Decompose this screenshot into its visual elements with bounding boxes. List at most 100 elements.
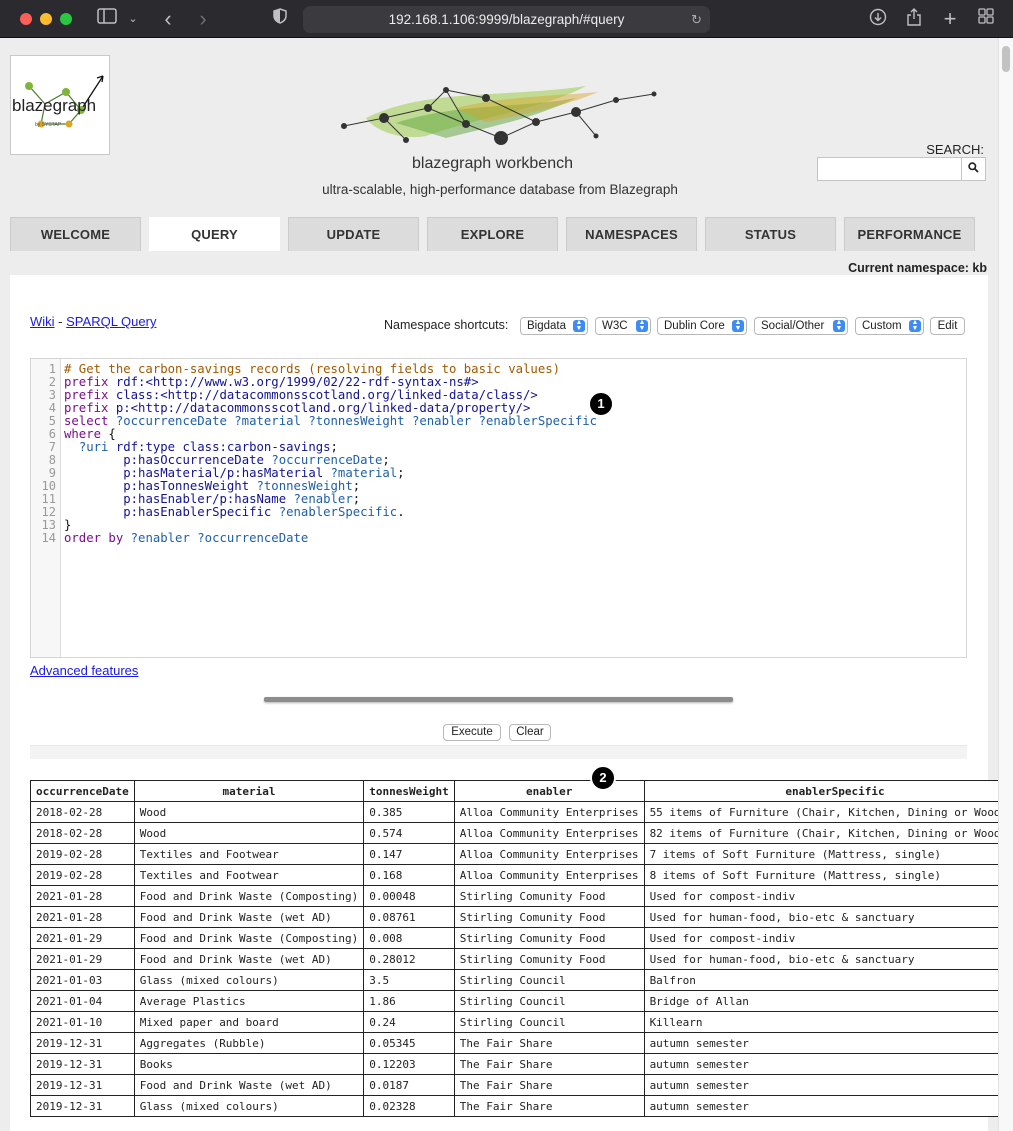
table-cell: 2021-01-03 bbox=[30, 969, 135, 991]
code-line: order by ?enabler ?occurrenceDate bbox=[64, 532, 308, 545]
table-cell: Food and Drink Waste (Composting) bbox=[133, 927, 365, 949]
current-namespace: Current namespace: kb bbox=[848, 261, 987, 275]
shield-icon[interactable] bbox=[270, 8, 290, 30]
code-token: ?enabler bbox=[293, 492, 353, 506]
table-cell: Textiles and Footwear bbox=[133, 843, 365, 865]
table-cell: Textiles and Footwear bbox=[133, 864, 365, 886]
table-cell: 82 items of Furniture (Chair, Kitchen, D… bbox=[643, 822, 998, 844]
advanced-features-link[interactable]: Advanced features bbox=[30, 663, 138, 678]
tab-performance[interactable]: PERFORMANCE bbox=[844, 217, 975, 251]
address-bar[interactable]: 192.168.1.106:9999/blazegraph/#query ↻ bbox=[303, 6, 710, 33]
code-token: p:<http://datacommonsscotland.org/linked… bbox=[115, 401, 531, 415]
table-row: 2021-01-10 Mixed paper and board 0.24 Stirl… bbox=[30, 1011, 998, 1033]
shortcut-select-w3c[interactable]: W3C ▲ ▼ bbox=[595, 317, 651, 335]
table-cell: Books bbox=[133, 1053, 365, 1075]
clear-button[interactable]: Clear bbox=[509, 724, 551, 741]
table-row: 2021-01-28 Food and Drink Waste (Composti… bbox=[30, 885, 998, 907]
page-scrollbar[interactable] bbox=[998, 38, 1013, 1131]
code-token: p:hasTonnesWeight bbox=[123, 479, 257, 493]
minimize-window-button[interactable] bbox=[40, 13, 52, 25]
search-input[interactable] bbox=[817, 157, 962, 181]
table-cell: 0.05345 bbox=[363, 1032, 455, 1054]
callout-badge-2: 2 bbox=[590, 765, 616, 791]
tab-status[interactable]: STATUS bbox=[705, 217, 836, 251]
chevron-down-icon[interactable]: ⌄ bbox=[125, 8, 141, 30]
table-cell: 0.168 bbox=[363, 864, 455, 886]
tab-welcome[interactable]: WELCOME bbox=[10, 217, 141, 251]
code-token: p:hasOccurrenceDate bbox=[123, 453, 272, 467]
table-cell: 55 items of Furniture (Chair, Kitchen, D… bbox=[643, 801, 998, 823]
code-token: ?enabler ?occurrenceDate bbox=[130, 531, 309, 545]
table-row: 2019-12-31 Food and Drink Waste (wet AD) 0… bbox=[30, 1074, 998, 1096]
new-tab-icon[interactable]: + bbox=[940, 8, 960, 30]
reload-icon[interactable]: ↻ bbox=[691, 6, 702, 33]
shortcut-dublin-core-label: Dublin Core bbox=[664, 320, 725, 332]
sidebar-toggle-icon[interactable] bbox=[96, 8, 118, 30]
table-cell: 0.385 bbox=[363, 801, 455, 823]
code-token: ?uri bbox=[78, 440, 116, 454]
execute-button[interactable]: Execute bbox=[443, 724, 501, 741]
back-arrow-icon[interactable]: ‹ bbox=[158, 8, 178, 30]
shortcut-select-social-other[interactable]: Social/Other ▲ ▼ bbox=[754, 317, 848, 335]
tab-update[interactable]: UPDATE bbox=[288, 217, 419, 251]
search-button[interactable] bbox=[961, 157, 986, 181]
editor-resize-handle[interactable] bbox=[264, 697, 733, 702]
scrollbar-thumb[interactable] bbox=[1002, 46, 1010, 72]
edit-shortcuts-button[interactable]: Edit bbox=[930, 317, 965, 335]
table-cell: Alloa Community Enterprises bbox=[453, 801, 645, 823]
results-header-row: occurrenceDate material tonnesWeight enable… bbox=[30, 780, 998, 802]
code-token: ; bbox=[397, 466, 405, 480]
table-cell: 1.86 bbox=[363, 990, 455, 1012]
table-row: 2021-01-04 Average Plastics 1.86 Stirling C… bbox=[30, 990, 998, 1012]
wiki-link[interactable]: Wiki bbox=[30, 314, 55, 329]
select-arrows-icon: ▲ ▼ bbox=[636, 319, 648, 332]
table-cell: 2019-02-28 bbox=[30, 843, 135, 865]
table-row: 2019-02-28 Textiles and Footwear 0.147 Allo… bbox=[30, 843, 998, 865]
sparql-query-editor[interactable]: 1 2 3 4 5 6 7 8 9 10 11 12 13 14 # Get the carbon-sav… bbox=[30, 358, 967, 658]
line-number-gutter: 1 2 3 4 5 6 7 8 9 10 11 12 13 14 bbox=[31, 359, 61, 657]
table-cell: The Fair Share bbox=[453, 1074, 645, 1096]
select-arrows-icon: ▲ ▼ bbox=[573, 319, 585, 332]
workbench-subtitle: ultra-scalable, high-performance databas… bbox=[322, 182, 678, 197]
column-header: tonnesWeight bbox=[363, 780, 455, 802]
close-window-button[interactable] bbox=[20, 13, 32, 25]
select-arrows-icon: ▲ ▼ bbox=[833, 319, 845, 332]
share-icon[interactable] bbox=[904, 8, 924, 30]
code-token: ?enablerSpecific bbox=[278, 505, 398, 519]
sparql-query-link[interactable]: SPARQL Query bbox=[66, 314, 156, 329]
table-cell: Average Plastics bbox=[133, 990, 365, 1012]
table-cell: 0.24 bbox=[363, 1011, 455, 1033]
results-body: 2018-02-28 Wood 0.385 Alloa Community Enter… bbox=[30, 801, 998, 1117]
table-cell: Used for human-food, bio-etc & sanctuary bbox=[643, 948, 998, 970]
tab-query[interactable]: QUERY bbox=[149, 217, 280, 251]
zoom-window-button[interactable] bbox=[60, 13, 72, 25]
shortcut-select-bigdata[interactable]: Bigdata ▲ ▼ bbox=[520, 317, 588, 335]
table-cell: Wood bbox=[133, 822, 365, 844]
column-header: material bbox=[133, 780, 365, 802]
shortcut-select-custom[interactable]: Custom ▲ ▼ bbox=[855, 317, 924, 335]
table-cell: 2021-01-28 bbox=[30, 885, 135, 907]
code-token: where bbox=[64, 427, 109, 441]
tab-namespaces[interactable]: NAMESPACES bbox=[566, 217, 697, 251]
table-cell: 8 items of Soft Furniture (Mattress, sin… bbox=[643, 864, 998, 886]
forward-arrow-icon[interactable]: › bbox=[193, 8, 213, 30]
select-arrows-icon: ▲ ▼ bbox=[909, 319, 921, 332]
help-links: Wiki - SPARQL Query bbox=[30, 314, 156, 329]
code-token: ; bbox=[352, 479, 361, 493]
shortcut-select-dublin-core[interactable]: Dublin Core ▲ ▼ bbox=[657, 317, 747, 335]
logo-subtext: by SYSTAP bbox=[35, 122, 62, 128]
tab-explore[interactable]: EXPLORE bbox=[427, 217, 558, 251]
code-token: prefix bbox=[64, 388, 116, 402]
table-cell: Stirling Comunity Food bbox=[453, 948, 645, 970]
table-cell: 2021-01-29 bbox=[30, 927, 135, 949]
tab-overview-icon[interactable] bbox=[976, 8, 996, 30]
table-cell: 0.08761 bbox=[363, 906, 455, 928]
code-token: order by bbox=[64, 531, 131, 545]
shortcut-custom-label: Custom bbox=[862, 320, 902, 332]
line-number: 14 bbox=[41, 531, 56, 545]
download-icon[interactable] bbox=[867, 8, 889, 30]
table-cell: 0.008 bbox=[363, 927, 455, 949]
table-cell: 0.147 bbox=[363, 843, 455, 865]
